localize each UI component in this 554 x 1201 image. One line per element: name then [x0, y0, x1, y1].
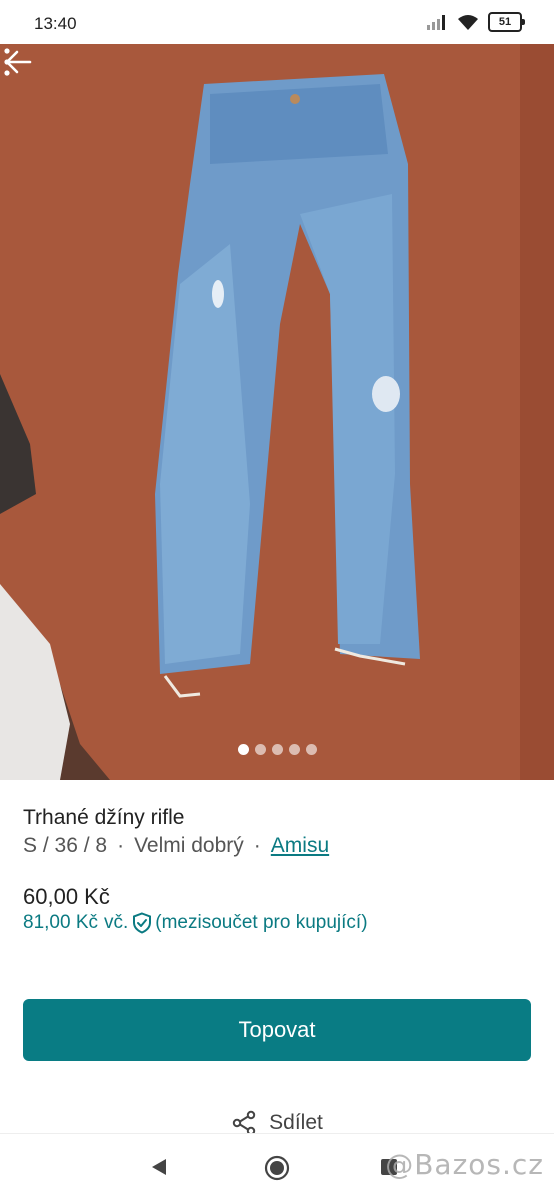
- item-condition: Velmi dobrý: [134, 834, 244, 857]
- gallery-pagination: [0, 744, 554, 755]
- gallery-dot[interactable]: [288, 744, 300, 755]
- promote-button[interactable]: Topovat: [23, 999, 531, 1061]
- status-bar: 13:40 51: [0, 0, 554, 44]
- item-photo-gallery[interactable]: [0, 44, 554, 780]
- total-amount: 81,00 Kč: [23, 912, 98, 933]
- system-nav-bar: @Bazos.cz: [0, 1133, 554, 1201]
- more-vert-icon[interactable]: [0, 44, 14, 80]
- item-price: 60,00 Kč: [23, 884, 110, 909]
- gallery-dot[interactable]: [254, 744, 266, 755]
- total-note: (mezisoučet pro kupující): [155, 912, 368, 933]
- brand-link[interactable]: Amisu: [271, 834, 329, 858]
- meta-separator: ·: [253, 834, 261, 857]
- shield-check-icon: [133, 912, 152, 934]
- nav-home-icon[interactable]: [264, 1155, 290, 1181]
- meta-separator: ·: [117, 834, 125, 857]
- signal-icon: [427, 15, 445, 30]
- price-with-protection[interactable]: 81,00 Kč vč. (mezisoučet pro kupující): [23, 912, 368, 934]
- nav-back-icon[interactable]: [148, 1156, 170, 1178]
- watermark: @Bazos.cz: [385, 1148, 544, 1181]
- wifi-icon: [458, 15, 478, 30]
- status-time: 13:40: [34, 14, 77, 33]
- status-icons: 51: [426, 12, 525, 32]
- gallery-dot[interactable]: [271, 744, 283, 755]
- battery-icon: 51: [488, 12, 525, 32]
- gallery-dot[interactable]: [305, 744, 317, 755]
- share-label: Sdílet: [269, 1111, 323, 1134]
- item-photo: [0, 44, 554, 780]
- item-title: Trhané džíny rifle: [23, 806, 185, 829]
- total-prefix: vč.: [104, 912, 129, 933]
- gallery-dot[interactable]: [237, 744, 249, 755]
- item-meta: S / 36 / 8 · Velmi dobrý · Amisu: [23, 834, 329, 858]
- item-size: S / 36 / 8: [23, 834, 108, 857]
